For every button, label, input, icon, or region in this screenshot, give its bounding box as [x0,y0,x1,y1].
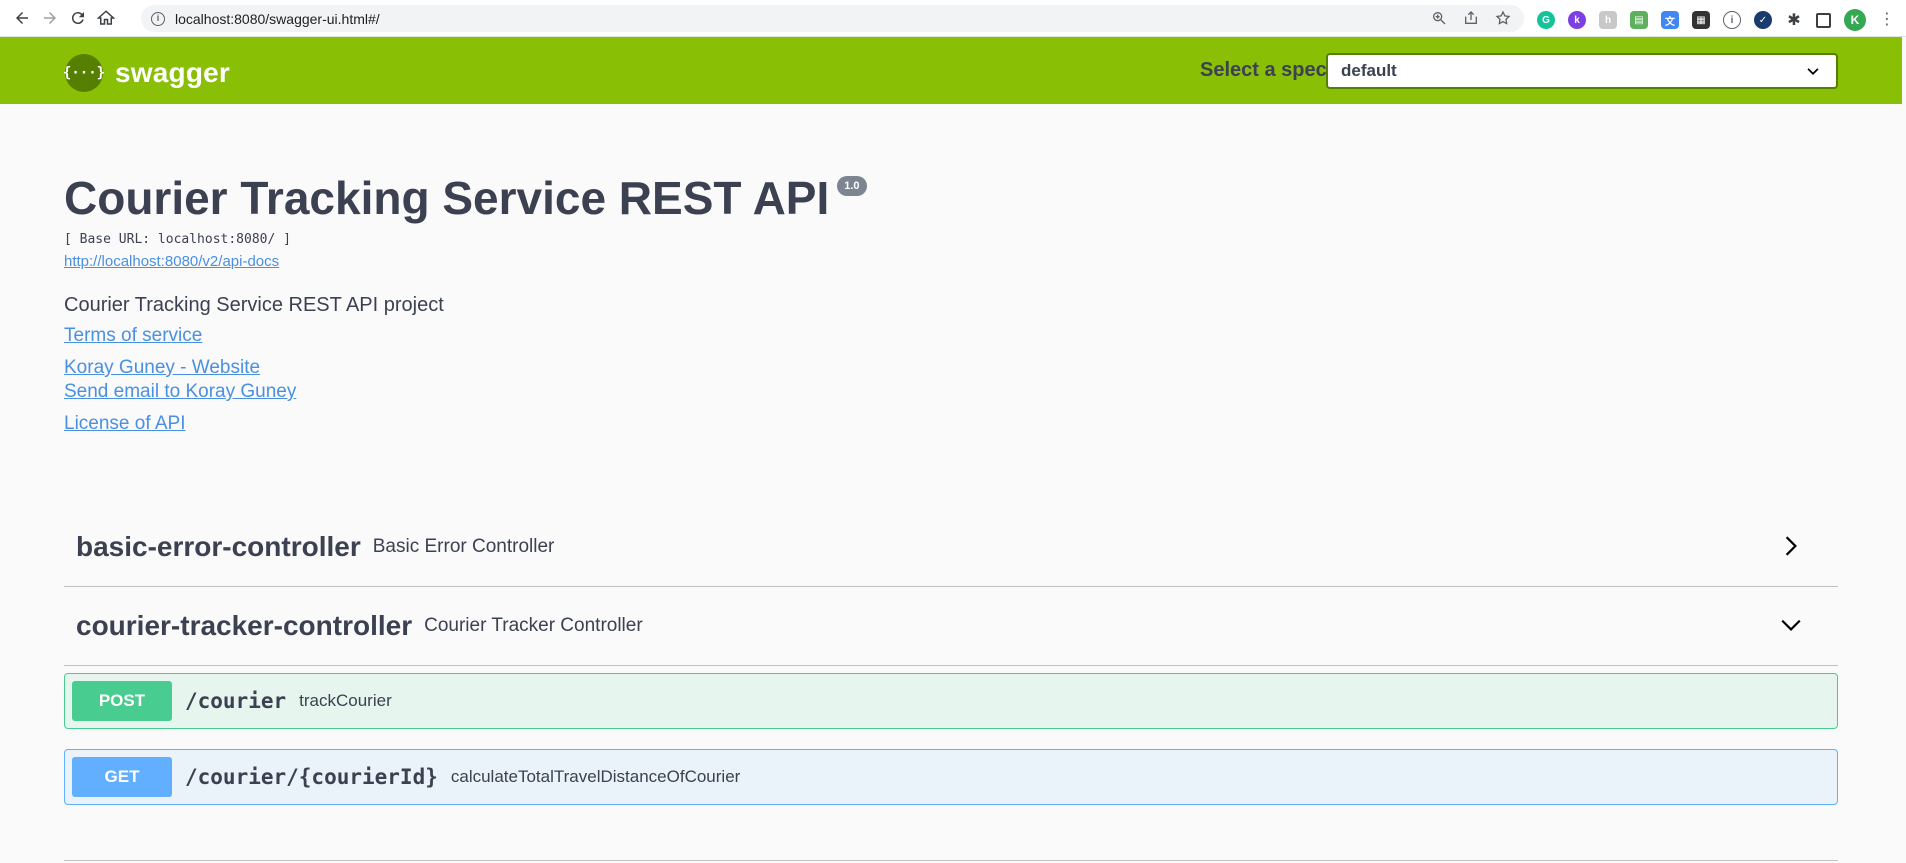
email-link[interactable]: Send email to Koray Guney [64,381,1844,403]
tag-description: Basic Error Controller [372,535,555,557]
operation-path: /courier [185,689,287,713]
forward-icon[interactable] [36,4,64,32]
extension-icon[interactable]: h [1599,11,1617,29]
swagger-logo[interactable]: {···} swagger [63,54,230,92]
api-info: Courier Tracking Service REST API 1.0 [ … [64,170,1844,435]
tag-basic-error-controller[interactable]: basic-error-controller Basic Error Contr… [64,507,1838,587]
side-panel-icon[interactable] [1816,12,1831,28]
website-link[interactable]: Koray Guney - Website [64,357,1844,379]
method-badge: GET [72,757,172,797]
home-icon[interactable] [92,4,120,32]
section-divider [64,860,1838,861]
tag-name: basic-error-controller [76,530,361,562]
address-bar[interactable]: i localhost:8080/swagger-ui.html#/ [141,5,1524,32]
spec-select-value: default [1341,61,1397,80]
chevron-down-icon [1807,68,1819,76]
share-icon[interactable] [1462,9,1480,27]
chevron-right-icon[interactable] [1780,535,1802,557]
page-title: Courier Tracking Service REST API [64,172,830,224]
zoom-icon[interactable] [1430,9,1448,27]
grammarly-extension-icon[interactable]: G [1537,11,1555,29]
swagger-logo-text: swagger [115,57,230,88]
method-badge: POST [72,681,172,721]
url-text: localhost:8080/swagger-ui.html#/ [175,10,380,27]
tag-courier-tracker-controller[interactable]: courier-tracker-controller Courier Track… [64,586,1838,666]
profile-avatar[interactable]: K [1844,9,1866,31]
operation-get-courier-id[interactable]: GET /courier/{courierId} calculateTotalT… [64,749,1838,805]
operation-path: /courier/{courierId} [185,765,438,789]
swagger-logo-icon: {···} [63,54,105,92]
license-link[interactable]: License of API [64,413,1844,435]
check-extension-icon[interactable]: ✓ [1754,11,1772,29]
api-docs-link[interactable]: http://localhost:8080/v2/api-docs [64,253,1844,270]
spec-select[interactable]: default [1326,53,1838,89]
operation-summary: calculateTotalTravelDistanceOfCourier [450,767,741,786]
menu-dots-icon[interactable]: ⋮ [1879,12,1895,28]
reload-icon[interactable] [64,4,92,32]
browser-toolbar: i localhost:8080/swagger-ui.html#/ G k h… [0,0,1906,37]
extension-icon[interactable]: ▤ [1630,11,1648,29]
puzzle-extensions-icon[interactable]: ✱ [1785,11,1803,29]
bookmark-star-icon[interactable] [1494,9,1512,27]
site-info-icon[interactable]: i [151,11,165,26]
back-icon[interactable] [8,4,36,32]
api-description: Courier Tracking Service REST API projec… [64,294,444,316]
version-badge: 1.0 [837,176,867,196]
operation-post-courier[interactable]: POST /courier trackCourier [64,673,1838,729]
tag-description: Courier Tracker Controller [424,614,643,636]
extension-icon[interactable]: ▦ [1692,11,1710,29]
k-extension-icon[interactable]: k [1568,11,1586,29]
base-url: [ Base URL: localhost:8080/ ] [64,232,291,247]
swagger-topbar: {···} swagger Select a spec default [0,37,1902,104]
spec-label: Select a spec [1200,59,1327,81]
chevron-down-icon[interactable] [1780,614,1802,636]
translate-extension-icon[interactable]: 文 [1661,11,1679,29]
terms-of-service-link[interactable]: Terms of service [64,325,1844,347]
extension-icon[interactable]: i [1723,11,1741,29]
tag-name: courier-tracker-controller [76,609,413,641]
operation-summary: trackCourier [299,691,392,710]
